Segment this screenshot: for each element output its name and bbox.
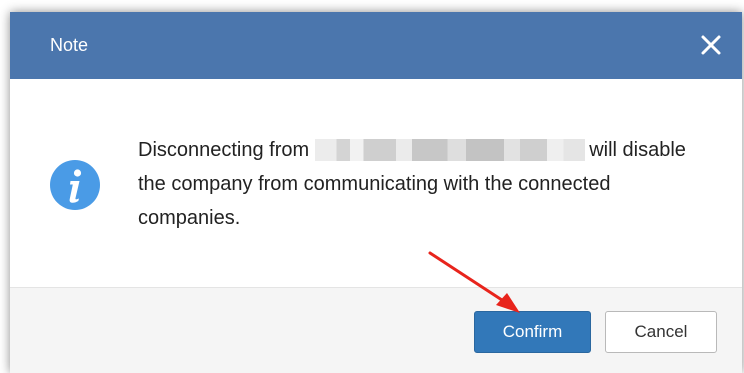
- confirm-button[interactable]: Confirm: [474, 311, 591, 353]
- redacted-company-name: [315, 139, 586, 161]
- dialog-footer: Confirm Cancel: [10, 287, 742, 373]
- dialog-body: Disconnecting from will disable the compa…: [10, 79, 742, 287]
- info-icon: [50, 160, 100, 210]
- cancel-button[interactable]: Cancel: [605, 311, 717, 353]
- close-icon[interactable]: [700, 34, 722, 56]
- message-prefix: Disconnecting from: [138, 139, 310, 161]
- dialog-message: Disconnecting from will disable the compa…: [138, 133, 698, 235]
- dialog-title: Note: [50, 35, 89, 55]
- note-dialog: Note Disconnecting from will disable the …: [10, 12, 742, 373]
- dialog-titlebar: Note: [10, 12, 742, 79]
